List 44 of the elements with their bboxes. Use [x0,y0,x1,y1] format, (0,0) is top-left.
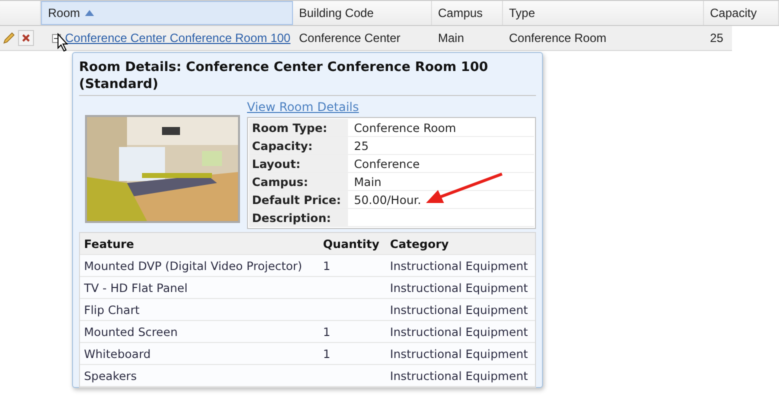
detail-label: Campus: [249,173,348,190]
detail-label: Description: [249,209,348,226]
table-cell-text: Flip Chart [83,302,141,318]
sort-ascending-icon [85,10,94,16]
column-header: Category [389,236,450,252]
popup-title: Room Details: Conference Center Conference Room 100 (Standard) [79,59,536,96]
detail-value: Main [353,174,382,190]
column-header: Feature [83,236,136,252]
table-cell-text: Mounted DVP (Digital Video Projector) [83,258,304,274]
table-cell-text: Instructional Equipment [389,324,529,340]
edit-pencil-icon[interactable] [2,31,16,45]
view-room-details-link[interactable]: View Room Details [247,100,359,114]
detail-value: 50.00/Hour. [353,192,422,208]
column-header[interactable]: Type [503,1,704,25]
table-cell: Conference Center [299,31,400,45]
table-cell-text: Speakers [83,368,138,384]
table-cell-text: 1 [322,324,332,340]
detail-label: Layout: [249,155,348,172]
table-cell: Main [438,31,464,45]
table-cell-text: Whiteboard [83,346,152,362]
table-cell: Conference Room [509,31,606,45]
table-cell-text: 1 [322,258,332,274]
table-cell-text: Mounted Screen [83,324,179,340]
table-cell-text: Instructional Equipment [389,280,529,296]
detail-label: Default Price: [249,191,348,208]
detail-label: Capacity: [249,137,348,154]
column-header[interactable]: Campus [432,1,503,25]
table-cell-text: Instructional Equipment [389,258,529,274]
table-cell-text: TV - HD Flat Panel [83,280,189,296]
table-cell: 25 [710,31,724,45]
column-header[interactable]: Building Code [293,1,432,25]
detail-value: Conference [353,156,421,172]
detail-value: 25 [353,138,370,154]
table-cell-text: Instructional Equipment [389,346,529,362]
column-header[interactable]: Room [41,1,293,25]
table-cell-text: 1 [322,346,332,362]
column-header[interactable]: Capacity [704,1,779,25]
detail-value: Conference Room [353,120,458,136]
column-header: Quantity [322,236,380,252]
table-cell-text: Instructional Equipment [389,302,529,318]
table-cell-text: Instructional Equipment [389,368,529,384]
delete-icon[interactable] [18,30,34,46]
room-link[interactable]: Conference Center Conference Room 100 [65,31,290,45]
detail-label: Room Type: [249,119,348,136]
